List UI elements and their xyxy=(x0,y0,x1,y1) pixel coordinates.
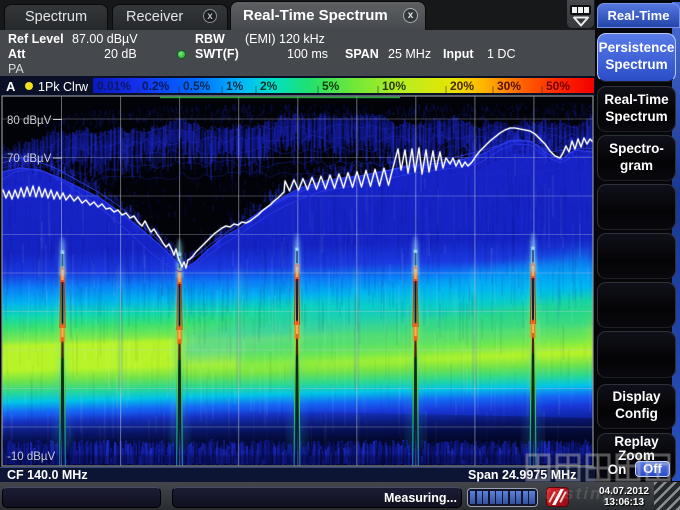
svg-text:-10 dBµV: -10 dBµV xyxy=(7,451,56,463)
svg-text:80 dBµV: 80 dBµV xyxy=(7,115,52,127)
svg-text:70 dBµV: 70 dBµV xyxy=(7,153,52,165)
